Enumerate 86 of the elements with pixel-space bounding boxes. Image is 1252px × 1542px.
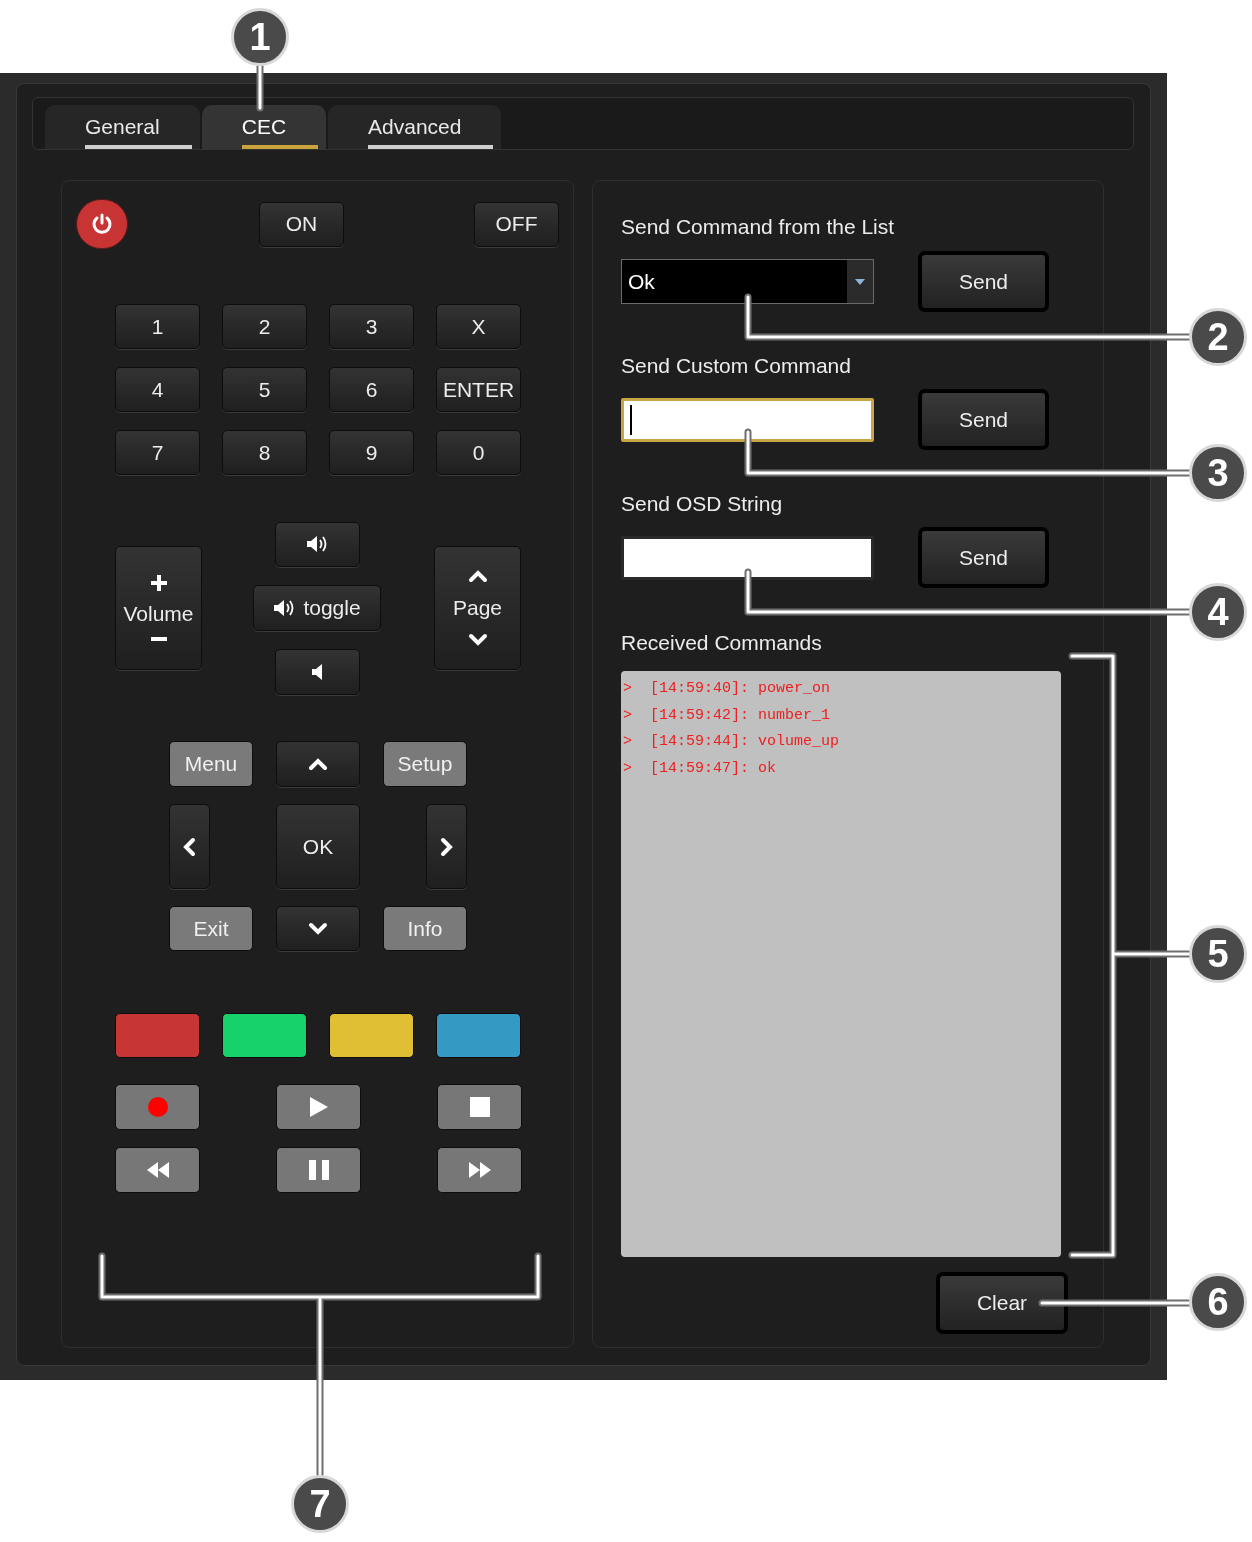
dropdown-value: Ok <box>627 268 656 295</box>
play-icon <box>308 1096 329 1118</box>
callout-marker: 3 <box>1189 444 1247 502</box>
log-line: > [14:59:47]: ok <box>623 758 777 779</box>
power-icon <box>91 213 113 235</box>
chevron-down-icon <box>467 631 488 647</box>
fast-forward-icon <box>468 1162 491 1178</box>
color-key[interactable] <box>329 1013 414 1058</box>
section-label: Send OSD String <box>621 491 783 517</box>
text-field[interactable] <box>621 397 874 442</box>
tab[interactable]: CEC <box>201 105 327 149</box>
keypad-button[interactable]: 7 <box>115 430 200 475</box>
chevron-down-icon <box>308 921 328 936</box>
minus-icon <box>149 635 168 642</box>
section-label: Send Command from the List <box>621 214 895 240</box>
callout-marker: 5 <box>1189 925 1247 983</box>
color-key[interactable] <box>115 1013 200 1058</box>
chevron-up-icon <box>308 756 328 772</box>
callout-marker: 2 <box>1189 308 1247 366</box>
keypad-button[interactable]: 2 <box>222 304 307 349</box>
volume-down-button[interactable] <box>274 648 360 695</box>
section-label: Send Custom Command <box>621 353 851 379</box>
exit-button[interactable]: Exit <box>169 906 253 951</box>
keypad-button[interactable]: 3 <box>329 304 414 349</box>
stop-icon <box>469 1097 490 1117</box>
callout-marker: 7 <box>291 1475 349 1533</box>
log-line: > [14:59:40]: power_on <box>623 679 831 699</box>
color-key[interactable] <box>222 1013 307 1058</box>
color-key[interactable] <box>436 1013 521 1058</box>
keypad-button[interactable]: 0 <box>436 430 521 475</box>
send-button[interactable]: Send <box>918 389 1049 450</box>
keypad-button[interactable]: 6 <box>329 367 414 412</box>
setup-button[interactable]: Setup <box>383 741 467 787</box>
volume-up-button[interactable] <box>274 521 360 567</box>
speaker-loud-icon <box>273 598 296 617</box>
tab[interactable]: General <box>45 105 200 149</box>
callout-marker: 1 <box>231 8 289 66</box>
info-button[interactable]: Info <box>383 906 467 951</box>
menu-button[interactable]: Menu <box>169 741 253 787</box>
volume-label: Volume <box>123 601 194 628</box>
down-button[interactable] <box>276 906 360 951</box>
callout-marker: 4 <box>1189 583 1247 641</box>
section-label: Received Commands <box>621 630 822 656</box>
media-button[interactable] <box>437 1147 522 1193</box>
volume-rocker[interactable]: Volume <box>115 546 202 670</box>
media-button[interactable] <box>276 1084 361 1130</box>
send-button[interactable]: Send <box>918 251 1049 312</box>
plus-icon <box>149 574 168 593</box>
text-cursor <box>630 404 632 435</box>
keypad-button[interactable]: ENTER <box>436 367 521 412</box>
tab[interactable]: Advanced <box>328 105 502 149</box>
log-line: > [14:59:42]: number_1 <box>623 705 831 726</box>
keypad-button[interactable]: 4 <box>115 367 200 412</box>
chevron-right-icon <box>439 836 454 857</box>
page-label: Page <box>452 595 502 622</box>
log-line: > [14:59:44]: volume_up <box>623 732 840 752</box>
ok-button[interactable]: OK <box>276 804 360 889</box>
keypad-button[interactable]: 8 <box>222 430 307 475</box>
rewind-icon <box>146 1162 169 1178</box>
keypad-button[interactable]: 5 <box>222 367 307 412</box>
dropdown-caret-icon <box>855 278 865 285</box>
text-field[interactable] <box>621 535 874 580</box>
page-rocker[interactable]: Page <box>434 546 521 670</box>
keypad-button[interactable]: 9 <box>329 430 414 475</box>
callout-marker: 6 <box>1189 1273 1247 1331</box>
speaker-icon <box>311 662 323 681</box>
mute-toggle-button[interactable]: toggle <box>253 584 381 631</box>
media-button[interactable] <box>115 1147 200 1193</box>
speaker-loud-icon <box>306 535 328 553</box>
on-button[interactable]: ON <box>259 201 344 247</box>
clear-button[interactable]: Clear <box>936 1272 1068 1334</box>
up-button[interactable] <box>276 741 360 787</box>
command-dropdown[interactable]: Ok <box>621 259 874 304</box>
record-icon <box>147 1097 168 1117</box>
chevron-left-icon <box>182 836 197 857</box>
off-button[interactable]: OFF <box>474 201 559 247</box>
keypad-button[interactable]: X <box>436 304 521 349</box>
right-button[interactable] <box>426 804 467 889</box>
media-button[interactable] <box>276 1147 361 1193</box>
send-button[interactable]: Send <box>918 527 1049 588</box>
media-button[interactable] <box>437 1084 522 1130</box>
pause-icon <box>308 1160 329 1180</box>
keypad-button[interactable]: 1 <box>115 304 200 349</box>
power-button[interactable] <box>76 199 128 249</box>
chevron-up-icon <box>467 569 488 585</box>
left-button[interactable] <box>169 804 210 889</box>
